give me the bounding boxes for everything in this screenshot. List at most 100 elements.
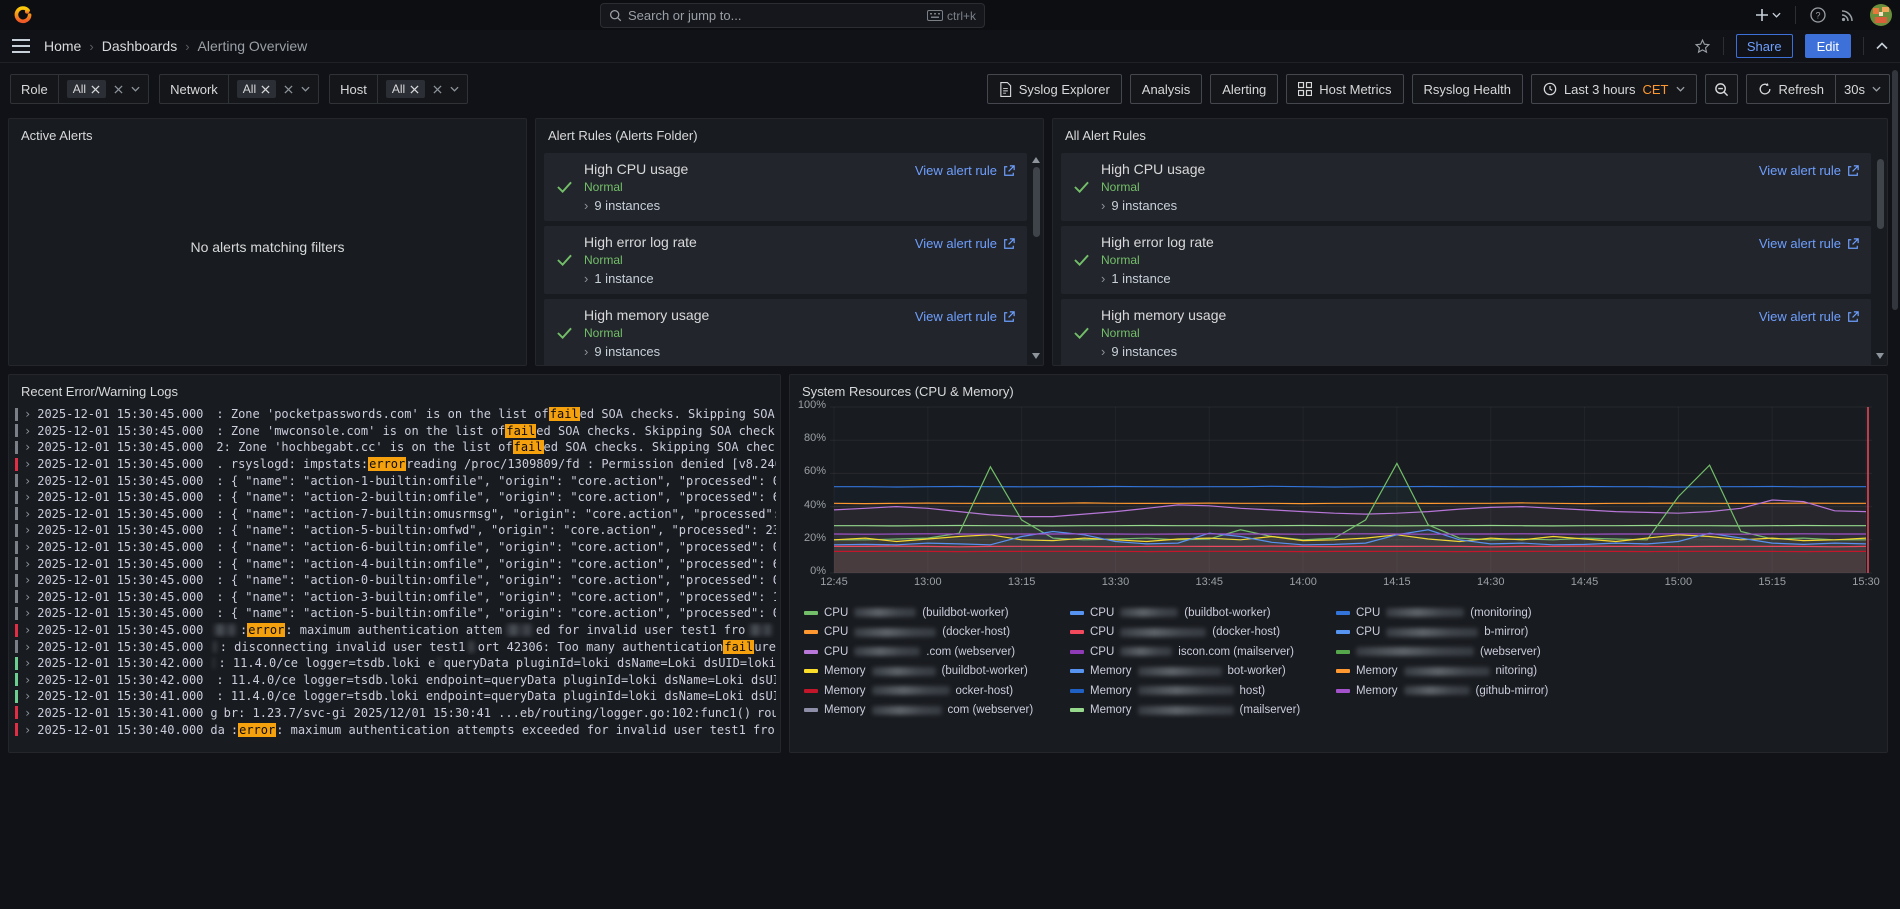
clear-icon[interactable] [284, 85, 293, 94]
grafana-logo[interactable] [12, 4, 34, 26]
chevron-down-icon[interactable] [301, 86, 310, 92]
menu-icon[interactable] [12, 39, 30, 53]
view-alert-rule-link[interactable]: View alert rule [1759, 234, 1859, 286]
add-button[interactable] [1755, 8, 1781, 22]
legend-item[interactable]: CPU iscon.com (mailserver) [1070, 642, 1332, 662]
log-expand-arrow[interactable]: › [24, 523, 31, 537]
link-button-alerting[interactable]: Alerting [1210, 74, 1278, 104]
legend-item[interactable]: Memory bot-worker) [1070, 662, 1332, 682]
filter-host[interactable]: Host All [329, 74, 468, 104]
legend-item[interactable]: CPU (buildbot-worker) [1070, 603, 1332, 623]
legend-item[interactable]: Memory com (webserver) [804, 701, 1066, 721]
legend-item[interactable]: CPU b-mirror) [1336, 623, 1598, 643]
legend-item[interactable]: Memory (buildbot-worker) [804, 662, 1066, 682]
search-icon [609, 9, 622, 22]
view-alert-rule-link[interactable]: View alert rule [1759, 307, 1859, 359]
chevron-down-icon[interactable] [131, 86, 140, 92]
filter-network[interactable]: Network All [159, 74, 319, 104]
filter-value-chip[interactable]: All [67, 80, 106, 98]
legend-label: CPU [824, 607, 848, 619]
link-button-analysis[interactable]: Analysis [1130, 74, 1202, 104]
star-icon[interactable] [1694, 38, 1711, 55]
refresh-interval-dropdown[interactable]: 30s [1836, 74, 1890, 104]
scroll-down-arrow[interactable] [1032, 353, 1040, 359]
log-timestamp: 2025-12-01 15:30:45.000 [37, 590, 203, 604]
log-expand-arrow[interactable]: › [24, 623, 31, 637]
link-button-host-metrics[interactable]: Host Metrics [1286, 74, 1403, 104]
breadcrumb-item[interactable]: Dashboards [102, 38, 178, 54]
alert-rule-instances[interactable]: ›1 instance [584, 271, 915, 286]
collapse-chevron-icon[interactable] [1876, 42, 1888, 50]
clear-icon[interactable] [261, 85, 270, 94]
help-button[interactable]: ? [1810, 7, 1826, 23]
log-expand-arrow[interactable]: › [24, 689, 31, 703]
view-alert-rule-link[interactable]: View alert rule [915, 307, 1015, 359]
log-expand-arrow[interactable]: › [24, 424, 31, 438]
share-button[interactable]: Share [1736, 34, 1793, 58]
legend-item[interactable]: CPU (docker-host) [804, 623, 1066, 643]
scroll-up-arrow[interactable] [1032, 157, 1040, 163]
log-expand-arrow[interactable]: › [24, 540, 31, 554]
edit-button[interactable]: Edit [1805, 34, 1851, 58]
legend-item[interactable]: CPU .com (webserver) [804, 642, 1066, 662]
view-alert-rule-link[interactable]: View alert rule [915, 234, 1015, 286]
legend-item[interactable]: CPU (buildbot-worker) [804, 603, 1066, 623]
refresh-button[interactable]: Refresh [1746, 74, 1837, 104]
alert-rule-instances[interactable]: ›9 instances [1101, 198, 1759, 213]
legend-item[interactable]: (webserver) [1336, 642, 1598, 662]
log-expand-arrow[interactable]: › [24, 656, 31, 670]
breadcrumb-item[interactable]: Alerting Overview [198, 38, 308, 54]
link-button-rsyslog-health[interactable]: Rsyslog Health [1412, 74, 1523, 104]
log-expand-arrow[interactable]: › [24, 407, 31, 421]
scroll-down-arrow[interactable] [1876, 353, 1884, 359]
legend-item[interactable]: CPU (monitoring) [1336, 603, 1598, 623]
scrollbar-thumb[interactable] [1033, 167, 1040, 237]
alert-rule-instances[interactable]: ›1 instance [1101, 271, 1759, 286]
legend-color-marker [804, 689, 818, 693]
timeseries-plot[interactable] [830, 405, 1872, 575]
log-level-bar [15, 441, 18, 454]
filter-value-chip[interactable]: All [237, 80, 276, 98]
link-button-syslog-explorer[interactable]: Syslog Explorer [987, 74, 1122, 104]
legend-item[interactable]: Memory nitoring) [1336, 662, 1598, 682]
log-expand-arrow[interactable]: › [24, 706, 31, 720]
clear-icon[interactable] [91, 85, 100, 94]
legend-item[interactable]: Memory ocker-host) [804, 681, 1066, 701]
view-alert-rule-link[interactable]: View alert rule [1759, 161, 1859, 213]
avatar[interactable] [1870, 4, 1892, 26]
scrollbar-thumb[interactable] [1877, 159, 1884, 229]
legend-item[interactable]: Memory host) [1070, 681, 1332, 701]
view-alert-rule-link[interactable]: View alert rule [915, 161, 1015, 213]
legend-item[interactable]: Memory (mailserver) [1070, 701, 1332, 721]
log-expand-arrow[interactable]: › [24, 723, 31, 737]
time-range-picker[interactable]: Last 3 hours CET [1531, 74, 1697, 104]
log-expand-arrow[interactable]: › [24, 507, 31, 521]
breadcrumb-item[interactable]: Home [44, 38, 81, 54]
alert-rule-instances[interactable]: ›9 instances [584, 198, 915, 213]
log-expand-arrow[interactable]: › [24, 606, 31, 620]
clear-icon[interactable] [410, 85, 419, 94]
clear-icon[interactable] [114, 85, 123, 94]
page-scrollbar[interactable] [1892, 70, 1898, 310]
log-expand-arrow[interactable]: › [24, 490, 31, 504]
chevron-down-icon[interactable] [450, 86, 459, 92]
filter-value-chip[interactable]: All [386, 80, 425, 98]
news-button[interactable] [1840, 7, 1856, 23]
log-expand-arrow[interactable]: › [24, 457, 31, 471]
legend-item[interactable]: Memory (github-mirror) [1336, 681, 1598, 701]
alert-rule-instances[interactable]: ›9 instances [584, 344, 915, 359]
log-expand-arrow[interactable]: › [24, 590, 31, 604]
alert-rule-instances[interactable]: ›9 instances [1101, 344, 1759, 359]
log-expand-arrow[interactable]: › [24, 640, 31, 654]
log-expand-arrow[interactable]: › [24, 573, 31, 587]
log-expand-arrow[interactable]: › [24, 557, 31, 571]
search-input[interactable]: Search or jump to... ctrl+k [600, 3, 985, 28]
zoom-out-button[interactable] [1705, 74, 1738, 104]
log-expand-arrow[interactable]: › [24, 440, 31, 454]
legend-item[interactable]: CPU (docker-host) [1070, 623, 1332, 643]
filter-role[interactable]: Role All [10, 74, 149, 104]
log-timestamp: 2025-12-01 15:30:45.000 [37, 540, 203, 554]
log-expand-arrow[interactable]: › [24, 673, 31, 687]
clear-icon[interactable] [433, 85, 442, 94]
log-expand-arrow[interactable]: › [24, 474, 31, 488]
